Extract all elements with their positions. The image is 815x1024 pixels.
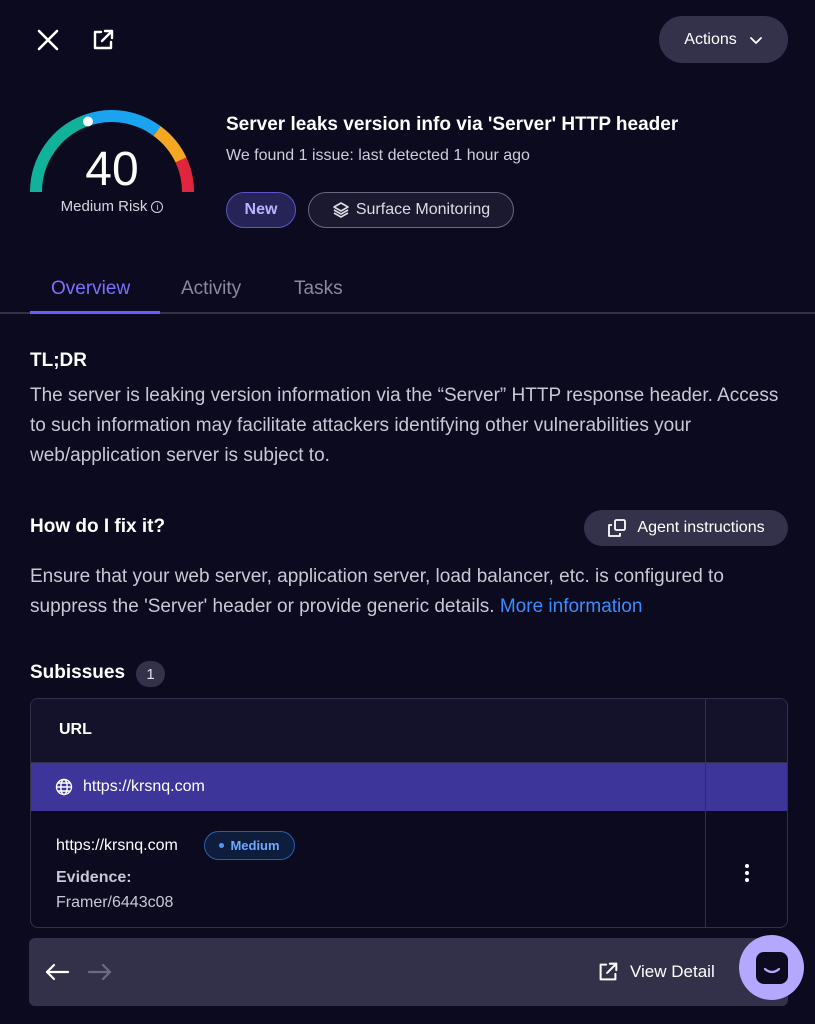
status-badge: New bbox=[226, 192, 296, 228]
agent-instructions-button[interactable]: Agent instructions bbox=[584, 510, 788, 546]
tab-overview[interactable]: Overview bbox=[51, 278, 130, 300]
view-detail-label: View Detail bbox=[630, 962, 715, 981]
more-information-link[interactable]: More information bbox=[500, 596, 643, 617]
layers-icon bbox=[333, 202, 349, 218]
row-menu-icon[interactable] bbox=[735, 861, 759, 885]
tldr-body: The server is leaking version informatio… bbox=[30, 385, 779, 466]
severity-label: Medium bbox=[230, 838, 280, 853]
severity-dot bbox=[219, 843, 225, 848]
risk-level: Medium Risk i bbox=[26, 198, 198, 215]
info-icon[interactable]: i bbox=[151, 200, 164, 213]
table-row[interactable]: https://krsnq.com Medium Evidence: Frame… bbox=[31, 811, 787, 927]
column-divider bbox=[705, 699, 706, 927]
agent-instructions-label: Agent instructions bbox=[637, 519, 765, 536]
source-badge: Surface Monitoring bbox=[308, 192, 514, 228]
subissues-table: URL https://krsnq.com https://krsnq.com … bbox=[30, 698, 788, 928]
subissues-count: 1 bbox=[136, 661, 165, 687]
risk-score: 40 bbox=[85, 143, 139, 196]
close-icon[interactable] bbox=[30, 22, 66, 58]
fix-heading: How do I fix it? bbox=[30, 516, 166, 537]
evidence-value: Framer/6443c08 bbox=[56, 894, 174, 911]
open-external-icon bbox=[599, 962, 618, 981]
next-arrow-icon[interactable] bbox=[85, 958, 115, 986]
table-group-row[interactable]: https://krsnq.com bbox=[31, 763, 787, 811]
active-tab-indicator bbox=[30, 311, 160, 314]
bottom-navigation-bar: View Detail bbox=[29, 938, 788, 1006]
table-header: URL bbox=[31, 699, 787, 763]
open-external-icon[interactable] bbox=[85, 22, 121, 58]
gauge-marker bbox=[83, 116, 93, 127]
evidence-label: Evidence: bbox=[56, 869, 132, 886]
issue-subtitle: We found 1 issue: last detected 1 hour a… bbox=[226, 147, 530, 164]
globe-icon bbox=[55, 778, 73, 796]
source-badge-label: Surface Monitoring bbox=[355, 201, 491, 218]
issue-title: Server leaks version info via 'Server' H… bbox=[226, 114, 679, 135]
actions-label: Actions bbox=[684, 30, 737, 48]
severity-badge: Medium bbox=[204, 831, 295, 860]
actions-button[interactable]: Actions bbox=[659, 16, 788, 63]
view-detail-button[interactable]: View Detail bbox=[596, 958, 715, 986]
tldr-heading: TL;DR bbox=[30, 350, 87, 371]
tab-tasks[interactable]: Tasks bbox=[294, 278, 343, 300]
row-url: https://krsnq.com bbox=[56, 837, 178, 854]
column-header-url[interactable]: URL bbox=[59, 721, 92, 739]
chevron-down-icon bbox=[749, 36, 762, 44]
chat-launcher-button[interactable] bbox=[739, 935, 804, 1000]
subissues-heading: Subissues bbox=[30, 662, 126, 683]
risk-level-label: Medium Risk bbox=[60, 198, 148, 215]
fix-body: Ensure that your web server, application… bbox=[30, 562, 790, 622]
previous-arrow-icon[interactable] bbox=[42, 958, 72, 986]
tab-activity[interactable]: Activity bbox=[181, 278, 241, 300]
chat-icon bbox=[755, 951, 788, 984]
group-label: https://krsnq.com bbox=[83, 778, 205, 795]
copy-icon bbox=[608, 519, 627, 537]
